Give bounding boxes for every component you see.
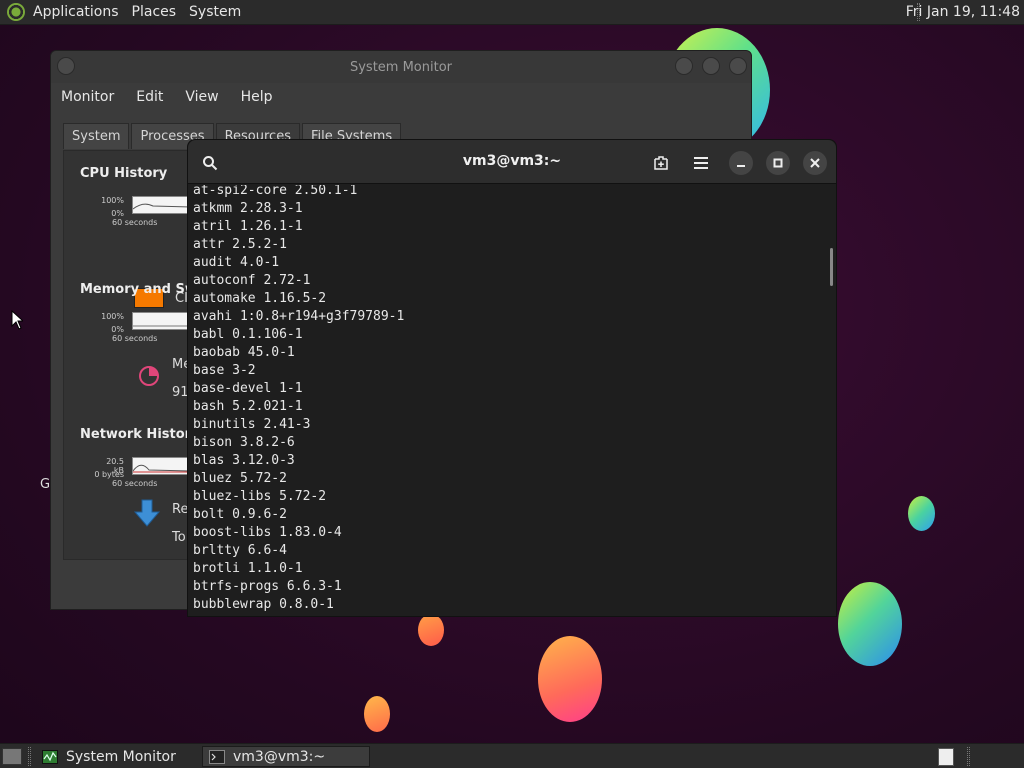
terminal-line: bluez-libs 5.72-2 — [193, 489, 327, 504]
terminal-window: vm3@vm3:~ at-spi2-core 2.50.1-1 atkmm 2.2… — [187, 139, 837, 617]
receiving-arrow-icon[interactable] — [134, 499, 160, 527]
terminal-line: btrfs-progs 6.6.3-1 — [193, 579, 342, 594]
terminal-line: at-spi2-core 2.50.1-1 — [193, 185, 358, 198]
memory-graph-line — [133, 325, 191, 327]
terminal-output[interactable]: at-spi2-core 2.50.1-1 atkmm 2.28.3-1 atril… — [188, 185, 836, 615]
tab-system[interactable]: System — [63, 123, 130, 149]
terminal-scrollbar[interactable] — [830, 248, 833, 286]
cpu-axis-seconds: 60 seconds — [112, 218, 158, 227]
new-tab-icon[interactable] — [649, 151, 673, 175]
cpu-history-title: CPU History — [80, 166, 168, 181]
terminal-line: base-devel 1-1 — [193, 381, 303, 396]
terminal-line: automake 1.16.5-2 — [193, 291, 327, 306]
terminal-line: baobab 45.0-1 — [193, 345, 295, 360]
terminal-line: bolt 0.9.6-2 — [193, 507, 287, 522]
maximize-button[interactable] — [702, 57, 720, 75]
window-title: System Monitor — [349, 59, 453, 75]
desktop-bubble — [538, 636, 602, 722]
terminal-line: brltty 6.6-4 — [193, 543, 287, 558]
notes-icon[interactable] — [938, 748, 954, 766]
terminal-line: atril 1.26.1-1 — [193, 219, 303, 234]
close-icon[interactable] — [803, 151, 827, 175]
desktop-bubble — [364, 696, 390, 732]
cpu-axis-max: 100% — [101, 196, 124, 205]
minimize-icon[interactable] — [729, 151, 753, 175]
bottom-panel: System Monitor vm3@vm3:~ — [0, 743, 1024, 768]
panel-separator — [967, 747, 970, 766]
menu-places[interactable]: Places — [132, 4, 177, 20]
clock[interactable]: Fri Jan 19, 11:48 — [906, 4, 1020, 20]
window-menu-button[interactable] — [57, 57, 75, 75]
terminal-line: base 3-2 — [193, 363, 256, 378]
terminal-line: bison 3.8.2-6 — [193, 435, 295, 450]
terminal-line: autoconf 2.72-1 — [193, 273, 311, 288]
network-axis-seconds: 60 seconds — [112, 479, 158, 488]
terminal-headerbar[interactable]: vm3@vm3:~ — [188, 140, 836, 184]
task-label: vm3@vm3:~ — [233, 748, 326, 765]
network-axis-min: 0 bytes — [94, 470, 124, 479]
terminal-line: blas 3.12.0-3 — [193, 453, 295, 468]
menu-monitor[interactable]: Monitor — [61, 89, 114, 105]
memory-axis-seconds: 60 seconds — [112, 334, 158, 343]
network-history-title: Network History — [80, 427, 200, 442]
top-panel: Applications Places System Fri Jan 19, 1… — [0, 0, 1024, 25]
terminal-line: bluez 5.72-2 — [193, 471, 287, 486]
system-monitor-app-icon — [42, 749, 58, 764]
menu-system[interactable]: System — [189, 4, 241, 20]
desktop-bubble — [908, 496, 935, 531]
network-history-graph — [132, 457, 192, 475]
memory-axis-max: 100% — [101, 312, 124, 321]
terminal-line: bash 5.2.021-1 — [193, 399, 303, 414]
menu-view[interactable]: View — [185, 89, 218, 105]
memory-pie-icon[interactable] — [138, 365, 160, 387]
distro-logo-icon[interactable] — [7, 3, 25, 21]
task-terminal[interactable]: vm3@vm3:~ — [202, 746, 370, 767]
terminal-app-icon — [209, 749, 225, 764]
task-system-monitor[interactable]: System Monitor — [36, 746, 198, 767]
menu-help[interactable]: Help — [241, 89, 273, 105]
show-desktop-icon[interactable] — [2, 748, 22, 765]
menubar: Monitor Edit View Help — [51, 83, 751, 111]
close-button[interactable] — [729, 57, 747, 75]
menu-edit[interactable]: Edit — [136, 89, 163, 105]
cpu-graph-line — [132, 203, 192, 210]
hamburger-menu-icon[interactable] — [689, 151, 713, 175]
mouse-pointer-icon — [11, 310, 23, 330]
memory-axis-min: 0% — [111, 325, 124, 334]
panel-separator — [28, 747, 31, 766]
desktop-icon-label: G — [40, 477, 51, 492]
network-graph-line — [132, 464, 192, 473]
receiving-label: Re — [172, 502, 189, 517]
memory-history-graph — [132, 312, 192, 330]
terminal-text: at-spi2-core 2.50.1-1 atkmm 2.28.3-1 atril… — [188, 185, 836, 614]
terminal-line: attr 2.5.2-1 — [193, 237, 287, 252]
menu-applications[interactable]: Applications — [33, 4, 119, 20]
terminal-line: binutils 2.41-3 — [193, 417, 311, 432]
terminal-line: audit 4.0-1 — [193, 255, 280, 270]
system-monitor-titlebar[interactable]: System Monitor — [51, 51, 751, 83]
desktop-bubble — [418, 614, 444, 646]
minimize-button[interactable] — [675, 57, 693, 75]
terminal-line: atkmm 2.28.3-1 — [193, 201, 303, 216]
terminal-line: boost-libs 1.83.0-4 — [193, 525, 342, 540]
total-received-label: To — [172, 530, 186, 545]
maximize-icon[interactable] — [766, 151, 790, 175]
terminal-line: brotli 1.1.0-1 — [193, 561, 303, 576]
terminal-line: babl 0.1.106-1 — [193, 327, 303, 342]
terminal-line: bubblewrap 0.8.0-1 — [193, 597, 334, 612]
task-label: System Monitor — [66, 748, 176, 765]
desktop-bubble — [838, 582, 902, 666]
terminal-line: avahi 1:0.8+r194+g3f79789-1 — [193, 309, 405, 324]
cpu-history-graph — [132, 196, 192, 214]
cpu-axis-min: 0% — [111, 209, 124, 218]
